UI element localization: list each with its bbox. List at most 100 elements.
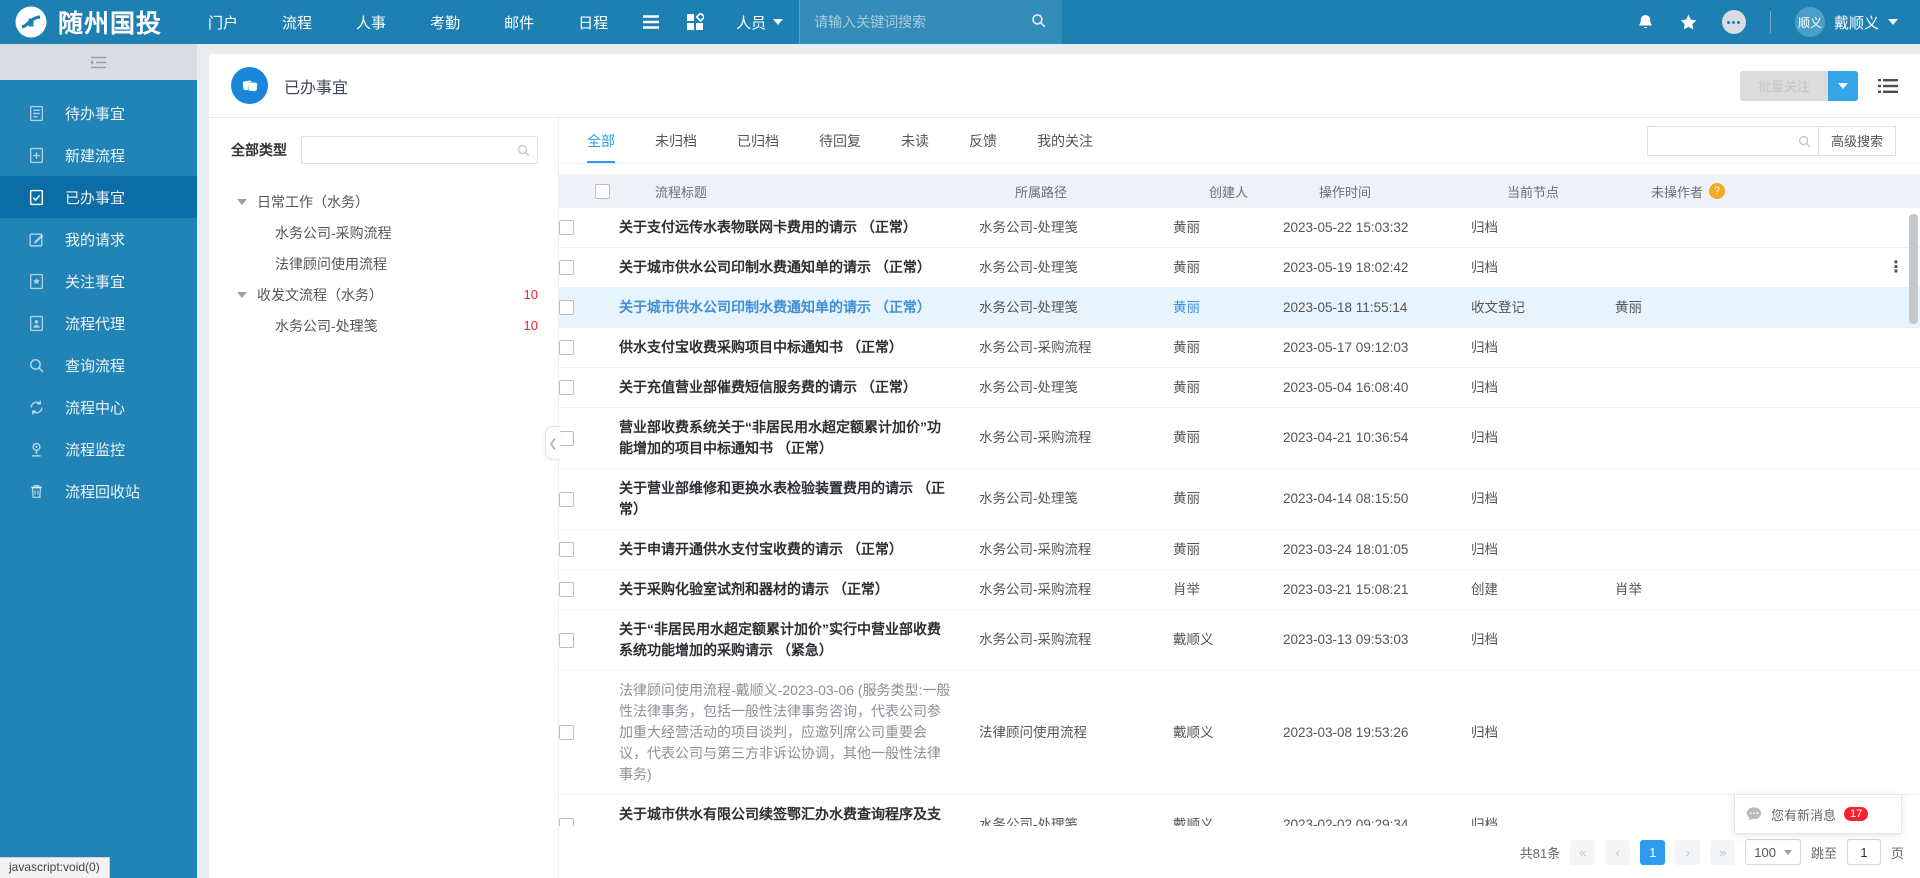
select-all-checkbox[interactable] <box>595 184 610 199</box>
nav-menu-item[interactable]: 流程 <box>282 12 312 33</box>
status-tab[interactable]: 已归档 <box>737 118 779 163</box>
tree-expand-icon[interactable] <box>237 199 247 205</box>
global-search-input[interactable] <box>800 0 1062 44</box>
flow-title-link[interactable]: 关于城市供水公司印制水费通知单的请示 （正常） <box>589 257 979 278</box>
tree-expand-icon[interactable] <box>237 292 247 298</box>
nav-menu-item[interactable]: 邮件 <box>504 12 534 33</box>
table-row[interactable]: 关于城市供水公司印制水费通知单的请示 （正常） 水务公司-处理笺 黄丽 2023… <box>559 248 1920 288</box>
notifications-bell-icon[interactable] <box>1636 13 1655 32</box>
status-tab[interactable]: 未归档 <box>655 118 697 163</box>
page-size-select[interactable]: 100 <box>1745 839 1801 865</box>
hamburger-menu-icon[interactable] <box>642 15 660 29</box>
status-tab[interactable]: 全部 <box>587 118 615 163</box>
flow-title-link[interactable]: 关于充值营业部催费短信服务费的请示 （正常） <box>589 377 979 398</box>
sidebar-item[interactable]: 待办事宜 <box>0 92 197 134</box>
favorites-star-icon[interactable] <box>1679 13 1698 32</box>
flow-title-link[interactable]: 法律顾问使用流程-戴顺义-2023-03-06 (服务类型:一般性法律事务，包括… <box>589 680 979 785</box>
search-icon[interactable] <box>1030 12 1047 32</box>
table-row[interactable]: 供水支付宝收费采购项目中标通知书 （正常） 水务公司-采购流程 黄丽 2023-… <box>559 328 1920 368</box>
table-row[interactable]: 关于采购化验室试剂和器材的请示 （正常） 水务公司-采购流程 肖举 2023-0… <box>559 570 1920 610</box>
table-row[interactable]: 关于充值营业部催费短信服务费的请示 （正常） 水务公司-处理笺 黄丽 2023-… <box>559 368 1920 408</box>
row-checkbox[interactable] <box>559 220 574 235</box>
nav-menu-item[interactable]: 考勤 <box>430 12 460 33</box>
sidebar-item[interactable]: 流程代理 <box>0 302 197 344</box>
page-1-button[interactable]: 1 <box>1640 840 1665 865</box>
column-operator[interactable]: 未操作者 <box>1651 182 1703 201</box>
table-row[interactable]: 关于“非居民用水超定额累计加价”实行中营业部收费系统功能增加的采购请示 （紧急）… <box>559 610 1920 671</box>
row-checkbox[interactable] <box>559 818 574 827</box>
tree-node[interactable]: 水务公司-采购流程 <box>231 217 538 248</box>
table-row[interactable]: 关于申请开通供水支付宝收费的请示 （正常） 水务公司-采购流程 黄丽 2023-… <box>559 530 1920 570</box>
table-row[interactable]: 法律顾问使用流程-戴顺义-2023-03-06 (服务类型:一般性法律事务，包括… <box>559 671 1920 795</box>
table-row[interactable]: 关于城市供水公司印制水费通知单的请示 （正常） 水务公司-处理笺 黄丽 2023… <box>559 288 1920 328</box>
sidebar-item[interactable]: 我的请求 <box>0 218 197 260</box>
flow-title-link[interactable]: 关于采购化验室试剂和器材的请示 （正常） <box>589 579 979 600</box>
sidebar-item[interactable]: 新建流程 <box>0 134 197 176</box>
sidebar-item[interactable]: 流程中心 <box>0 386 197 428</box>
nav-menu-item[interactable]: 门户 <box>208 12 238 33</box>
search-icon[interactable] <box>516 143 531 161</box>
flow-title-link[interactable]: 关于城市供水有限公司续签鄂汇办水费查询程序及支付2023年服务费的请示 （重要） <box>589 804 979 826</box>
help-question-icon[interactable]: ? <box>1709 183 1725 199</box>
column-node[interactable]: 当前节点 <box>1507 182 1651 201</box>
table-row[interactable]: 关于营业部维修和更换水表检验装置费用的请示 （正常） 水务公司-处理笺 黄丽 2… <box>559 469 1920 530</box>
row-checkbox[interactable] <box>559 492 574 507</box>
list-view-icon[interactable] <box>1878 78 1898 94</box>
more-ellipsis-icon[interactable] <box>1722 10 1746 34</box>
sidebar-item[interactable]: 已办事宜 <box>0 176 197 218</box>
brand[interactable]: 随州国投 <box>0 4 188 40</box>
new-message-toast[interactable]: 您有新消息 17 <box>1734 794 1902 834</box>
sidebar-item[interactable]: 流程监控 <box>0 428 197 470</box>
table-row[interactable]: 营业部收费系统关于“非居民用水超定额累计加价”功能增加的项目中标通知书 （正常）… <box>559 408 1920 469</box>
batch-follow-dropdown[interactable] <box>1828 71 1858 101</box>
table-row[interactable]: 关于支付远传水表物联网卡费用的请示 （正常） 水务公司-处理笺 黄丽 2023-… <box>559 208 1920 248</box>
type-filter-input[interactable] <box>301 136 538 164</box>
column-time[interactable]: 操作时间 <box>1319 182 1507 201</box>
advanced-search-button[interactable]: 高级搜索 <box>1819 126 1896 156</box>
sidebar-item[interactable]: 查询流程 <box>0 344 197 386</box>
tree-node[interactable]: 水务公司-处理笺 10 <box>231 310 538 341</box>
next-page-button[interactable]: › <box>1675 840 1700 865</box>
prev-page-button[interactable]: ‹ <box>1605 840 1630 865</box>
tree-node[interactable]: 收发文流程（水务） 10 <box>231 279 538 310</box>
row-checkbox[interactable] <box>559 260 574 275</box>
column-title[interactable]: 流程标题 <box>625 182 1015 201</box>
tree-node[interactable]: 日常工作（水务） <box>231 186 538 217</box>
user-menu[interactable]: 顺义 戴顺义 <box>1795 7 1898 37</box>
column-creator[interactable]: 创建人 <box>1209 182 1319 201</box>
table-row[interactable]: 关于城市供水有限公司续签鄂汇办水费查询程序及支付2023年服务费的请示 （重要）… <box>559 795 1920 826</box>
row-checkbox[interactable] <box>559 542 574 557</box>
flow-title-link[interactable]: 关于营业部维修和更换水表检验装置费用的请示 （正常） <box>589 478 979 520</box>
batch-follow-button[interactable]: 批量关注 <box>1740 71 1828 101</box>
nav-menu-item[interactable]: 人事 <box>356 12 386 33</box>
sidebar-item[interactable]: 关注事宜 <box>0 260 197 302</box>
status-tab[interactable]: 待回复 <box>819 118 861 163</box>
scrollbar-thumb[interactable] <box>1909 214 1918 324</box>
flow-title-link[interactable]: 关于支付远传水表物联网卡费用的请示 （正常） <box>589 217 979 238</box>
status-tab[interactable]: 未读 <box>901 118 929 163</box>
status-tab[interactable]: 我的关注 <box>1037 118 1093 163</box>
nav-menu-item[interactable]: 日程 <box>578 12 608 33</box>
first-page-button[interactable]: « <box>1570 840 1595 865</box>
flow-title-link[interactable]: 关于城市供水公司印制水费通知单的请示 （正常） <box>589 297 979 318</box>
row-checkbox[interactable] <box>559 582 574 597</box>
flow-title-link[interactable]: 关于“非居民用水超定额累计加价”实行中营业部收费系统功能增加的采购请示 （紧急） <box>589 619 979 661</box>
list-search-input[interactable] <box>1647 126 1819 156</box>
row-checkbox[interactable] <box>559 633 574 648</box>
status-tab[interactable]: 反馈 <box>969 118 997 163</box>
flow-title-link[interactable]: 营业部收费系统关于“非居民用水超定额累计加价”功能增加的项目中标通知书 （正常） <box>589 417 979 459</box>
flow-title-link[interactable]: 关于申请开通供水支付宝收费的请示 （正常） <box>589 539 979 560</box>
row-checkbox[interactable] <box>559 340 574 355</box>
jump-page-input[interactable] <box>1847 839 1881 865</box>
last-page-button[interactable]: » <box>1710 840 1735 865</box>
row-checkbox[interactable] <box>559 380 574 395</box>
panel-collapse-handle[interactable]: ❮ <box>545 426 560 460</box>
sidebar-collapse-button[interactable] <box>0 44 197 80</box>
people-scope-dropdown[interactable]: 人员 <box>736 12 783 33</box>
tree-node[interactable]: 法律顾问使用流程 <box>231 248 538 279</box>
row-checkbox[interactable] <box>559 725 574 740</box>
flow-title-link[interactable]: 供水支付宝收费采购项目中标通知书 （正常） <box>589 337 979 358</box>
search-icon[interactable] <box>1797 134 1812 152</box>
sidebar-item[interactable]: 流程回收站 <box>0 470 197 512</box>
row-checkbox[interactable] <box>559 431 574 446</box>
